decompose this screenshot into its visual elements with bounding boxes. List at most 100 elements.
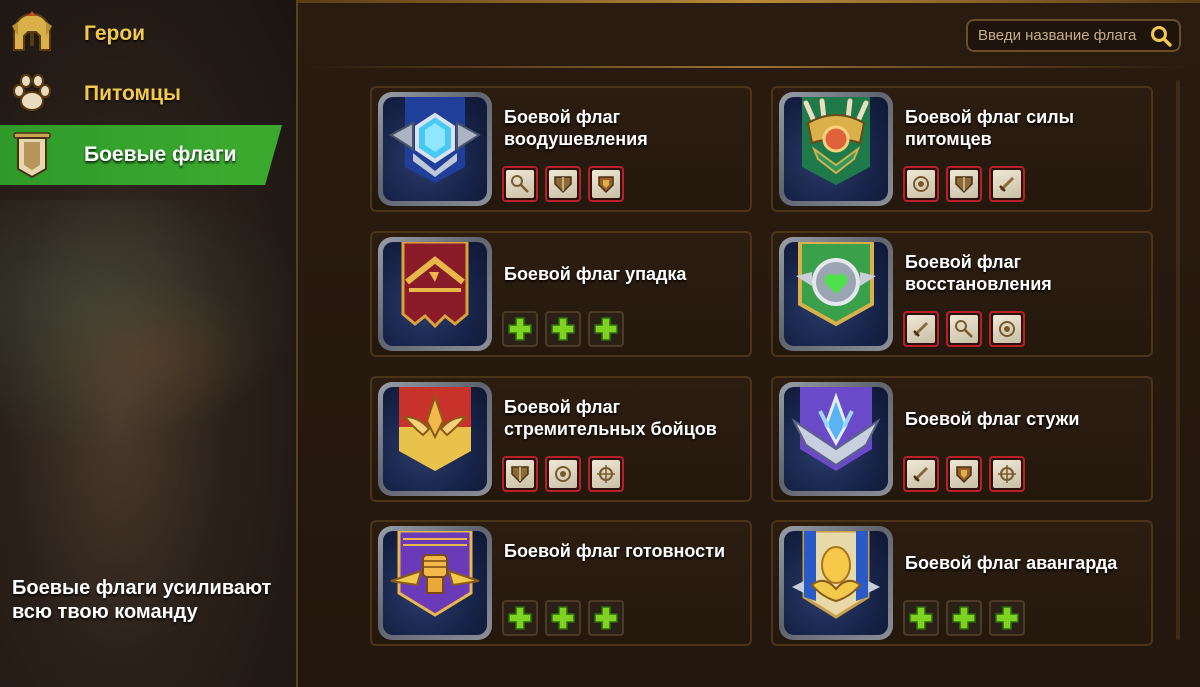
flag-card[interactable]: Боевой флаг стремительных бойцов xyxy=(370,376,752,502)
rune-slot[interactable] xyxy=(903,166,939,202)
sidebar-item-pets[interactable]: Питомцы xyxy=(0,64,282,124)
flag-card[interactable]: Боевой флаг авангарда xyxy=(771,520,1153,646)
rune-slot[interactable] xyxy=(989,456,1025,492)
flag-emblem xyxy=(378,382,492,496)
rune-slot[interactable] xyxy=(502,456,538,492)
plus-icon xyxy=(508,317,532,341)
gold-egg-banner-icon xyxy=(784,531,888,635)
purple-ice-banner-icon xyxy=(784,387,888,491)
flag-card[interactable]: Боевой флаг упадка xyxy=(370,231,752,357)
plus-icon xyxy=(594,317,618,341)
rune-slot[interactable] xyxy=(989,311,1025,347)
plus-icon xyxy=(551,606,575,630)
search-box[interactable] xyxy=(966,19,1181,52)
flag-emblem xyxy=(779,237,893,351)
flag-title: Боевой флаг силы питомцев xyxy=(905,107,1074,149)
flag-title: Боевой флаг авангарда xyxy=(905,553,1118,573)
flag-emblem xyxy=(378,237,492,351)
flags-panel: Боевой флаг воодушевления Боево xyxy=(296,0,1200,687)
rune-slots xyxy=(502,166,624,202)
orb-rune-icon xyxy=(907,170,935,198)
flag-title: Боевой флаг стужи xyxy=(905,409,1080,429)
sword-rune-icon xyxy=(907,460,935,488)
purple-fist-banner-icon xyxy=(383,531,487,635)
rune-slot[interactable] xyxy=(946,166,982,202)
flag-emblem xyxy=(779,92,893,206)
rune-slot[interactable] xyxy=(502,166,538,202)
staff-rune-icon xyxy=(950,315,978,343)
flag-title: Боевой флаг воодушевления xyxy=(504,107,648,149)
scrollbar[interactable] xyxy=(1176,80,1180,640)
rune-slot[interactable] xyxy=(946,311,982,347)
flag-title: Боевой флаг упадка xyxy=(504,264,687,284)
staff-rune-icon xyxy=(506,170,534,198)
orb-rune-icon xyxy=(549,460,577,488)
sidebar: Герои Питомцы Боевые флаги Боевые флаги … xyxy=(0,0,296,687)
rune-slot[interactable] xyxy=(989,166,1025,202)
flag-emblem xyxy=(378,92,492,206)
flag-emblem xyxy=(378,526,492,640)
sidebar-item-heroes[interactable]: Герои xyxy=(0,4,282,64)
plus-icon xyxy=(952,606,976,630)
shield-rune-icon xyxy=(592,170,620,198)
rune-slot[interactable] xyxy=(946,456,982,492)
rune-slot[interactable] xyxy=(588,456,624,492)
sidebar-hint-text: Боевые флаги усиливают всю твою команду xyxy=(12,577,272,623)
empty-slot-add[interactable] xyxy=(903,600,939,636)
flag-emblem xyxy=(779,526,893,640)
empty-slot-add[interactable] xyxy=(502,311,538,347)
top-border xyxy=(298,0,1200,3)
empty-slot-add[interactable] xyxy=(502,600,538,636)
red-crown-banner-icon xyxy=(383,242,487,346)
header-divider xyxy=(308,66,1190,68)
flag-card[interactable]: Боевой флаг восстановления xyxy=(771,231,1153,357)
plus-icon xyxy=(551,317,575,341)
empty-slot-add[interactable] xyxy=(588,311,624,347)
flag-emblem xyxy=(779,382,893,496)
rune-slots xyxy=(903,600,1025,636)
target-rune-icon xyxy=(592,460,620,488)
plus-icon xyxy=(909,606,933,630)
sword-rune-icon xyxy=(993,170,1021,198)
rune-slot[interactable] xyxy=(903,311,939,347)
spartan-helmet-icon xyxy=(2,4,62,64)
banner-icon xyxy=(2,125,62,185)
empty-slot-add[interactable] xyxy=(946,600,982,636)
empty-slot-add[interactable] xyxy=(545,600,581,636)
empty-slot-add[interactable] xyxy=(588,600,624,636)
red-gold-leaf-banner-icon xyxy=(383,387,487,491)
sword-rune-icon xyxy=(907,315,935,343)
rune-slot[interactable] xyxy=(588,166,624,202)
sidebar-item-label: Питомцы xyxy=(84,82,181,105)
flag-title: Боевой флаг восстановления xyxy=(905,252,1052,294)
sidebar-item-label: Герои xyxy=(84,22,146,45)
shield-rune-icon xyxy=(950,170,978,198)
sidebar-item-battle-flags[interactable]: Боевые флаги xyxy=(0,125,282,185)
search-icon[interactable] xyxy=(1150,25,1172,47)
blue-crystal-banner-icon xyxy=(383,97,487,201)
flag-card[interactable]: Боевой флаг воодушевления xyxy=(370,86,752,212)
empty-slot-add[interactable] xyxy=(545,311,581,347)
flag-card[interactable]: Боевой флаг стужи xyxy=(771,376,1153,502)
empty-slot-add[interactable] xyxy=(989,600,1025,636)
flag-card[interactable]: Боевой флаг силы питомцев xyxy=(771,86,1153,212)
rune-slots xyxy=(903,456,1025,492)
rune-slot[interactable] xyxy=(903,456,939,492)
flag-title: Боевой флаг стремительных бойцов xyxy=(504,397,717,439)
sidebar-item-label: Боевые флаги xyxy=(84,143,237,166)
flag-title: Боевой флаг готовности xyxy=(504,541,726,561)
shield-rune-icon xyxy=(549,170,577,198)
rune-slot[interactable] xyxy=(545,456,581,492)
paw-icon xyxy=(2,64,62,124)
rune-slot[interactable] xyxy=(545,166,581,202)
green-antler-banner-icon xyxy=(784,97,888,201)
flag-card[interactable]: Боевой флаг готовности xyxy=(370,520,752,646)
rune-slots xyxy=(903,166,1025,202)
rune-slots xyxy=(903,311,1025,347)
target-rune-icon xyxy=(993,460,1021,488)
rune-slots xyxy=(502,311,624,347)
search-input[interactable] xyxy=(978,27,1146,44)
plus-icon xyxy=(995,606,1019,630)
orb-rune-icon xyxy=(993,315,1021,343)
rune-slots xyxy=(502,456,624,492)
